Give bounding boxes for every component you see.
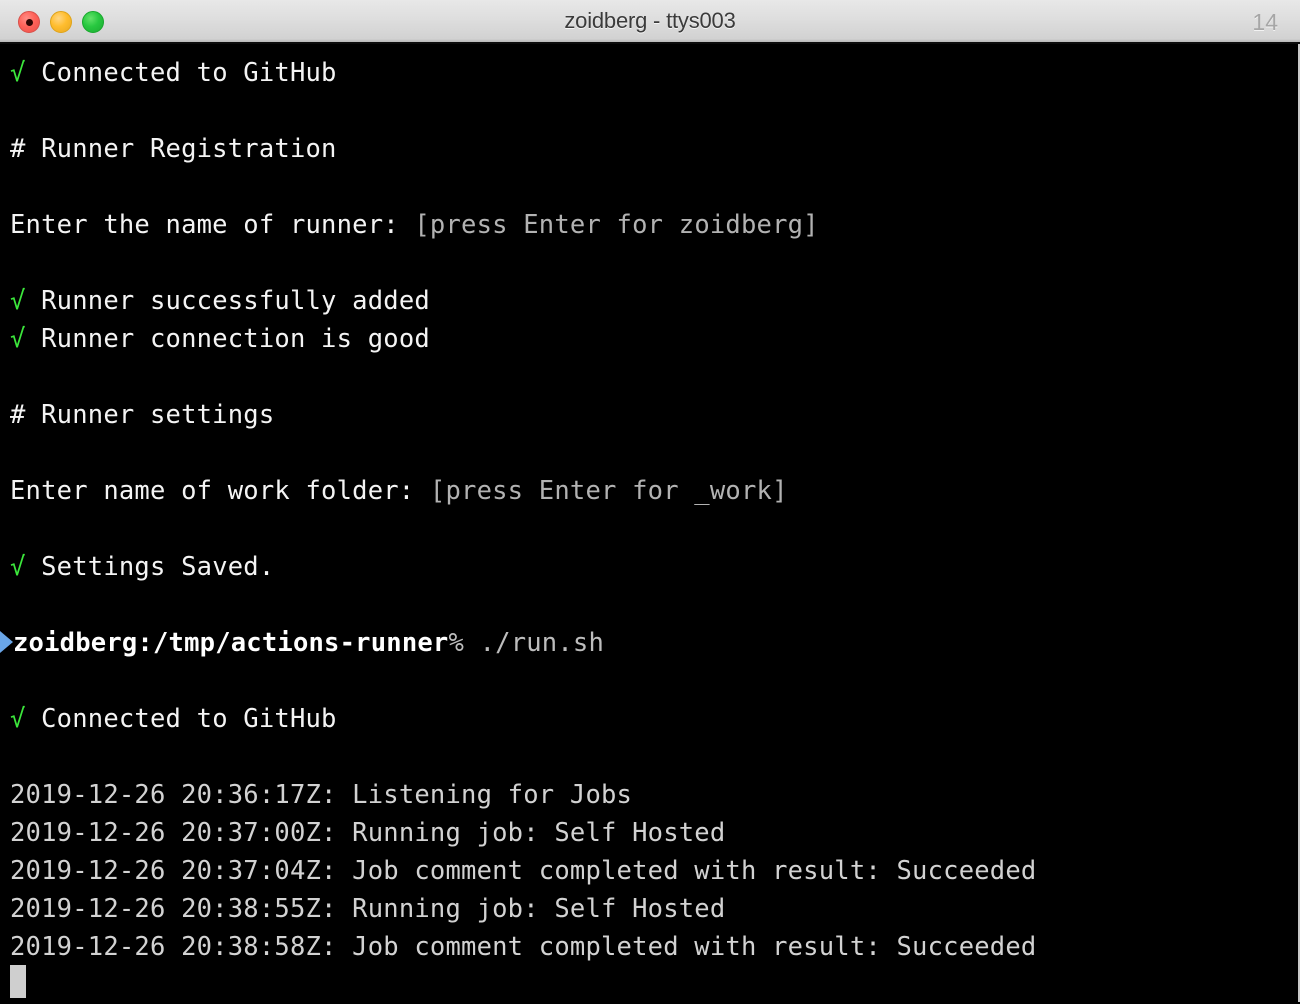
terminal-line-text: # Runner Registration: [10, 134, 337, 164]
log-message: Running job: Self Hosted: [352, 818, 726, 848]
terminal-line: [10, 662, 1298, 700]
prompt-command: ./run.sh: [464, 628, 605, 658]
terminal-line-text: [10, 666, 26, 696]
prompt-separator: :: [137, 628, 153, 658]
terminal-line: Enter name of work folder: [press Enter …: [10, 472, 1298, 510]
log-message: Job comment completed with result: Succe…: [352, 856, 1037, 886]
terminal-line: # Runner settings: [10, 396, 1298, 434]
log-timestamp: 2019-12-26 20:37:04Z:: [10, 856, 353, 886]
terminal-line: [10, 586, 1298, 624]
log-timestamp: 2019-12-26 20:38:58Z:: [10, 932, 353, 962]
log-message: Job comment completed with result: Succe…: [352, 932, 1037, 962]
terminal-line: [10, 510, 1298, 548]
minimize-button-icon[interactable]: [50, 11, 72, 33]
terminal-line: [10, 738, 1298, 776]
terminal-line-text: Runner successfully added: [25, 286, 430, 316]
log-message: Running job: Self Hosted: [352, 894, 726, 924]
terminal-line: [10, 92, 1298, 130]
terminal-line: [10, 434, 1298, 472]
terminal-line-text: [10, 362, 26, 392]
terminal-line: [10, 358, 1298, 396]
terminal-line-text: Enter name of work folder:: [10, 476, 430, 506]
log-timestamp: 2019-12-26 20:38:55Z:: [10, 894, 353, 924]
terminal-postprompt-lines: √ Connected to GitHub: [10, 662, 1298, 776]
terminal-line-text: Runner connection is good: [25, 324, 430, 354]
terminal-line-hint: [press Enter for _work]: [429, 476, 788, 506]
success-check-icon: √: [10, 704, 26, 734]
prompt-symbol: %: [448, 628, 465, 658]
terminal-line: # Runner Registration: [10, 130, 1298, 168]
terminal-line-text: Settings Saved.: [25, 552, 275, 582]
terminal-log-line: 2019-12-26 20:38:55Z: Running job: Self …: [10, 890, 1298, 928]
terminal-prompt-line: zoidberg:/tmp/actions-runner% ./run.sh: [0, 624, 1298, 662]
terminal-preprompt-lines: √ Connected to GitHub # Runner Registrat…: [10, 54, 1298, 624]
log-timestamp: 2019-12-26 20:37:00Z:: [10, 818, 353, 848]
terminal-line-text: # Runner settings: [10, 400, 275, 430]
log-timestamp: 2019-12-26 20:36:17Z:: [10, 780, 353, 810]
terminal-line-text: Enter the name of runner:: [10, 210, 415, 240]
terminal-line: √ Settings Saved.: [10, 548, 1298, 586]
prompt-arrow-icon: [0, 631, 13, 653]
terminal-log-line: 2019-12-26 20:36:17Z: Listening for Jobs: [10, 776, 1298, 814]
success-check-icon: √: [10, 286, 26, 316]
terminal-line: √ Connected to GitHub: [10, 700, 1298, 738]
terminal-line-text: Connected to GitHub: [25, 704, 337, 734]
window-title: zoidberg - ttys003: [564, 8, 736, 33]
close-button-icon[interactable]: [18, 11, 40, 33]
window-controls: [18, 0, 104, 44]
terminal-log-line: 2019-12-26 20:38:58Z: Job comment comple…: [10, 928, 1298, 966]
terminal-line: [10, 168, 1298, 206]
terminal-line: Enter the name of runner: [press Enter f…: [10, 206, 1298, 244]
success-check-icon: √: [10, 324, 26, 354]
tab-count-badge: 14: [1252, 8, 1278, 35]
log-message: Listening for Jobs: [352, 780, 633, 810]
terminal-line-hint: [press Enter for zoidberg]: [414, 210, 819, 240]
terminal-line: √ Connected to GitHub: [10, 54, 1298, 92]
terminal-line: √ Runner successfully added: [10, 282, 1298, 320]
terminal-line-text: [10, 590, 26, 620]
terminal-line-text: [10, 172, 26, 202]
terminal-window: zoidberg - ttys003 14 √ Connected to Git…: [0, 0, 1300, 1004]
terminal-cursor: [10, 965, 26, 998]
terminal-log-line: 2019-12-26 20:37:04Z: Job comment comple…: [10, 852, 1298, 890]
zoom-button-icon[interactable]: [82, 11, 104, 33]
terminal-line-text: [10, 96, 26, 126]
window-titlebar[interactable]: zoidberg - ttys003 14: [0, 0, 1300, 44]
terminal-log-lines: 2019-12-26 20:36:17Z: Listening for Jobs…: [10, 776, 1298, 966]
prompt-host: zoidberg: [13, 628, 138, 658]
terminal-line-text: [10, 248, 26, 278]
success-check-icon: √: [10, 58, 26, 88]
terminal-line: √ Runner connection is good: [10, 320, 1298, 358]
success-check-icon: √: [10, 552, 26, 582]
terminal-line: [10, 244, 1298, 282]
terminal-log-line: 2019-12-26 20:37:00Z: Running job: Self …: [10, 814, 1298, 852]
terminal-output-area[interactable]: √ Connected to GitHub # Runner Registrat…: [0, 44, 1300, 1002]
terminal-line-text: [10, 514, 26, 544]
terminal-line-text: [10, 742, 26, 772]
terminal-line-text: [10, 438, 26, 468]
terminal-line-text: Connected to GitHub: [25, 58, 337, 88]
prompt-path: /tmp/actions-runner: [152, 628, 449, 658]
